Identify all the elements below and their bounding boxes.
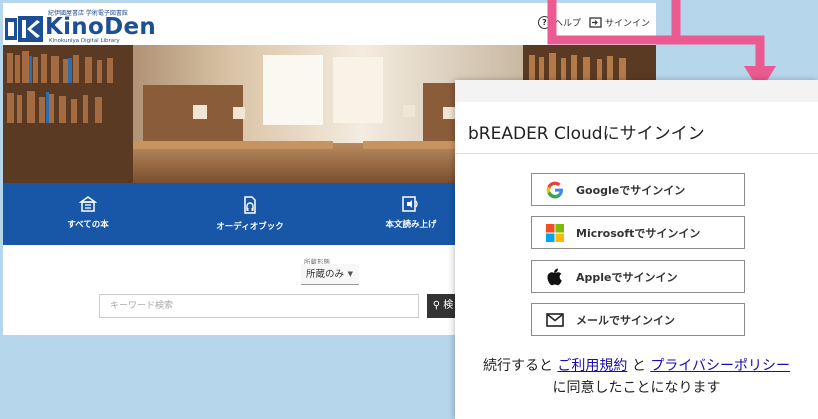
apple-signin-button[interactable]: Appleでサインイン bbox=[531, 260, 745, 293]
signin-panel: bREADER Cloudにサインイン Googleでサインイン Microso… bbox=[455, 80, 818, 419]
divider bbox=[455, 153, 818, 154]
apple-icon bbox=[544, 266, 566, 288]
legal-and: と bbox=[631, 358, 646, 374]
microsoft-signin-button[interactable]: Microsoftでサインイン bbox=[531, 216, 745, 249]
microsoft-signin-label: Microsoftでサインイン bbox=[576, 226, 701, 240]
terms-link[interactable]: ご利用規約 bbox=[557, 358, 627, 374]
legal-prefix: 続行すると bbox=[482, 358, 553, 374]
apple-signin-label: Appleでサインイン bbox=[576, 270, 678, 284]
email-signin-button[interactable]: メールでサインイン bbox=[531, 303, 745, 336]
privacy-policy-link[interactable]: プライバシーポリシー bbox=[650, 358, 790, 374]
google-signin-label: Googleでサインイン bbox=[576, 183, 686, 197]
panel-top-strip bbox=[455, 80, 818, 102]
panel-title: bREADER Cloudにサインイン bbox=[468, 124, 705, 144]
email-signin-label: メールでサインイン bbox=[576, 313, 675, 327]
microsoft-icon bbox=[544, 222, 566, 244]
legal-notice: 続行すると ご利用規約 と プライバシーポリシー に同意したことになります bbox=[455, 355, 818, 399]
google-signin-button[interactable]: Googleでサインイン bbox=[531, 173, 745, 206]
mail-icon bbox=[544, 309, 566, 331]
google-icon bbox=[544, 179, 566, 201]
legal-suffix: に同意したことになります bbox=[552, 380, 721, 396]
